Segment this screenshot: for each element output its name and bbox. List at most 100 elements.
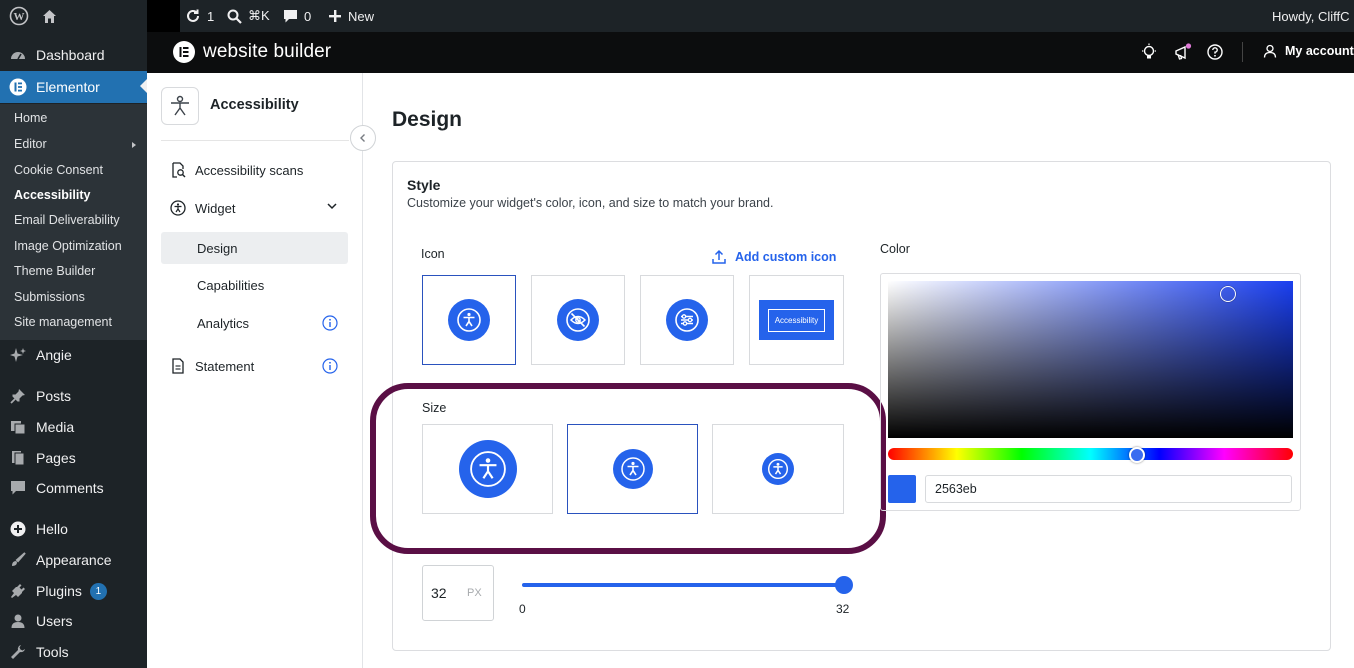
user-greeting[interactable]: Howdy, CliffC [1272, 0, 1350, 32]
accessibility-person-icon [612, 449, 653, 489]
home-icon[interactable] [41, 0, 58, 32]
size-option-large[interactable] [422, 424, 553, 514]
svg-text:W: W [14, 11, 25, 23]
subnav-label-widget: Widget [195, 200, 236, 216]
hue-slider-handle[interactable] [1129, 447, 1145, 463]
updates-button[interactable]: 1 [185, 0, 214, 32]
accessibility-circle-icon [161, 200, 195, 216]
elementor-submenu: Home Editor Cookie Consent Accessibility… [0, 104, 147, 340]
sidebar-label-plugins: Plugins [36, 583, 82, 599]
header-divider [1242, 42, 1243, 62]
chevron-down-icon [326, 200, 338, 215]
submenu-image-optimization[interactable]: Image Optimization [14, 237, 122, 255]
lightbulb-icon[interactable] [1140, 43, 1158, 61]
icon-option-eye-slash[interactable] [531, 275, 625, 365]
sidebar-item-posts[interactable]: Posts [0, 381, 147, 411]
sidebar-item-pages[interactable]: Pages [0, 443, 147, 473]
help-question-icon[interactable] [1206, 43, 1224, 61]
elementor-logo-icon [0, 78, 36, 96]
search-shortcut-label: ⌘K [248, 8, 270, 23]
hello-plus-icon [0, 521, 36, 537]
icon-option-text-button[interactable]: Accessibility [749, 275, 844, 365]
sidebar-item-plugins[interactable]: Plugins 1 [0, 576, 147, 606]
submenu-theme-builder[interactable]: Theme Builder [14, 262, 95, 280]
subnav-label-design: Design [197, 240, 238, 256]
accessibility-person-icon [458, 440, 517, 498]
comments-count: 0 [304, 8, 312, 24]
size-option-medium[interactable] [567, 424, 698, 514]
accessibility-person-icon [161, 87, 199, 125]
subnav-label-analytics: Analytics [197, 315, 250, 331]
new-content-button[interactable]: New [328, 0, 374, 32]
color-label: Color [880, 242, 910, 256]
comment-bubble-icon [284, 9, 297, 22]
saturation-area[interactable] [888, 281, 1293, 438]
icon-option-accessibility-person[interactable] [422, 275, 516, 365]
elementor-e-logo-icon [173, 41, 195, 63]
subnav-item-accessibility-scans[interactable]: Accessibility scans [161, 154, 348, 186]
submenu-submissions[interactable]: Submissions [14, 288, 85, 306]
sidebar-item-users[interactable]: Users [0, 606, 147, 636]
add-custom-icon-label: Add custom icon [735, 250, 837, 264]
sidebar-label-posts: Posts [36, 388, 72, 404]
admin-bar: W 1 ⌘K 0 New Howdy, CliffC [0, 0, 1354, 32]
header-title: website builder [203, 41, 332, 62]
sidebar-item-appearance[interactable]: Appearance [0, 545, 147, 575]
pages-icon [0, 450, 36, 466]
style-section-description: Customize your widget's color, icon, and… [407, 196, 774, 210]
search-icon [227, 9, 242, 24]
submenu-editor[interactable]: Editor [14, 135, 47, 153]
slider-min-label: 0 [519, 602, 526, 616]
info-icon[interactable] [322, 358, 338, 377]
sidebar-item-hello[interactable]: Hello [0, 514, 147, 544]
subnav-item-capabilities[interactable]: Capabilities [161, 269, 348, 301]
wordpress-logo-icon[interactable]: W [9, 0, 29, 32]
size-option-small[interactable] [712, 424, 844, 514]
sidebar-item-angie[interactable]: Angie [0, 340, 147, 370]
size-slider-track[interactable] [522, 583, 844, 587]
comments-button[interactable]: 0 [283, 0, 311, 32]
size-unit: PX [467, 587, 482, 599]
sidebar-label-angie: Angie [36, 347, 72, 363]
add-custom-icon-button[interactable]: Add custom icon [711, 249, 836, 265]
dashboard-gauge-icon [0, 47, 36, 63]
info-icon[interactable] [322, 315, 338, 334]
sidebar-item-tools[interactable]: Tools [0, 637, 147, 667]
sliders-icon [666, 299, 708, 341]
size-slider-thumb[interactable] [835, 576, 853, 594]
megaphone-notifications-icon[interactable] [1173, 43, 1192, 61]
subnav-item-analytics[interactable]: Analytics [161, 307, 348, 339]
hex-color-input[interactable]: 2563eb [925, 475, 1292, 503]
icon-option-sliders[interactable] [640, 275, 734, 365]
wrench-icon [0, 644, 36, 660]
icon-label: Icon [421, 247, 445, 261]
subnav-item-statement[interactable]: Statement [161, 350, 348, 382]
sidebar-item-comments[interactable]: Comments [0, 473, 147, 503]
submenu-accessibility[interactable]: Accessibility [14, 186, 90, 204]
size-number-input[interactable]: 32 PX [422, 565, 494, 621]
admin-sidebar: Dashboard Elementor Home Editor Cookie C… [0, 32, 147, 668]
user-icon [0, 613, 36, 629]
submenu-site-management[interactable]: Site management [14, 313, 112, 331]
collapse-sidebar-button[interactable] [350, 125, 376, 151]
submenu-cookie-consent[interactable]: Cookie Consent [14, 161, 103, 179]
accessibility-text-button-preview: Accessibility [759, 300, 834, 340]
sidebar-item-dashboard[interactable]: Dashboard [0, 40, 147, 70]
sidebar-label-users: Users [36, 613, 73, 629]
subnav-item-design[interactable]: Design [161, 232, 348, 264]
refresh-icon [187, 9, 199, 22]
upload-icon [712, 249, 726, 264]
sidebar-item-media[interactable]: Media [0, 412, 147, 442]
subnav-item-widget[interactable]: Widget [161, 192, 348, 224]
document-search-icon [161, 162, 195, 178]
sidebar-label-comments: Comments [36, 480, 104, 496]
new-label: New [348, 8, 375, 24]
accessibility-person-icon [762, 453, 794, 485]
sidebar-item-elementor[interactable]: Elementor [0, 71, 147, 103]
search-shortcut-button[interactable]: ⌘K [227, 0, 270, 32]
saturation-handle[interactable] [1220, 286, 1236, 302]
submenu-home[interactable]: Home [14, 109, 47, 127]
my-account-button[interactable]: My account [1263, 44, 1354, 58]
hue-slider[interactable] [888, 448, 1293, 460]
submenu-email-deliverability[interactable]: Email Deliverability [14, 211, 120, 229]
